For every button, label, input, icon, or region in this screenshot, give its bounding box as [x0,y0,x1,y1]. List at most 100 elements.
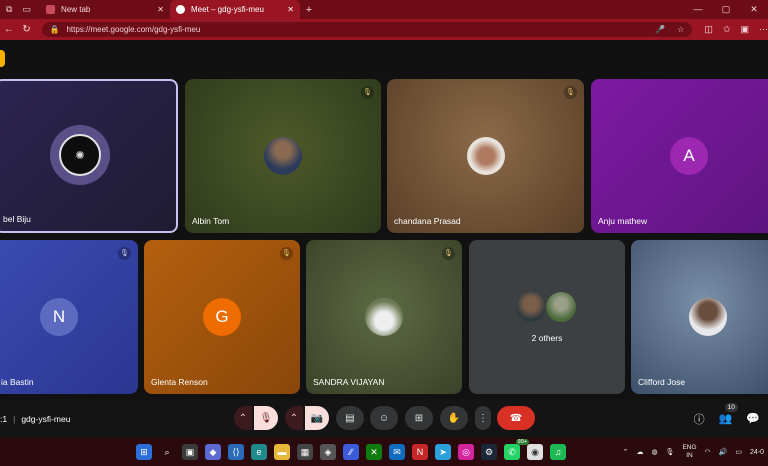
hand-icon: ✋ [447,412,461,424]
steam-icon[interactable]: ⚙ [481,444,497,460]
participant-name: Glenta Renson [151,377,208,387]
chat-icon[interactable]: 💬 [746,412,760,425]
cloud-icon[interactable]: ☁ [636,448,643,456]
new-tab-button[interactable]: + [300,4,318,16]
participant-name: ia Bastin [1,377,34,387]
back-icon[interactable]: ← [0,24,18,35]
file-explorer-icon[interactable]: ▬ [274,444,290,460]
present-icon: ⊞ [414,412,424,424]
instagram-icon[interactable]: ◎ [458,444,474,460]
participant-name: Clifford Jose [638,377,686,387]
notification-badge: 99+ [515,439,529,445]
vscode-icon[interactable]: ⟨⟩ [228,444,244,460]
language-indicator[interactable]: ENG IN [682,444,696,460]
avatar-letter: G [215,307,229,326]
leave-call-button[interactable]: ☎ [497,406,535,430]
raise-hand-button[interactable]: ✋ [440,406,468,430]
lang-line1: ENG [682,444,697,451]
tab-actions-icon[interactable]: ▭ [22,4,31,15]
others-count-label: 2 others [531,333,563,343]
app-icon[interactable]: ◈ [320,444,336,460]
whatsapp-icon[interactable]: ✆ 99+ [504,439,529,460]
participant-photo [514,290,548,324]
close-tab-icon[interactable]: ✕ [157,5,164,14]
lock-icon: 🔒 [49,25,60,34]
favorite-star-icon[interactable]: ☆ [677,25,684,34]
mic-tray-icon[interactable]: 🎙 [666,448,675,456]
store-icon[interactable]: ▦ [297,444,313,460]
start-icon[interactable]: ⊞ [136,444,152,460]
netflix-icon[interactable]: N [412,444,428,460]
reactions-button[interactable]: ☺ [370,406,398,430]
xbox-icon[interactable]: ✕ [366,444,382,460]
browser-system-icons: ⧉ ▭ [0,4,40,15]
date-text[interactable]: 24-0 [750,449,764,456]
chevron-up-icon: ⌃ [238,412,248,424]
participant-tile[interactable]: 🎙 Albin Tom [185,79,381,233]
participant-tile[interactable]: 🎙 chandana Prasad [387,79,584,233]
participant-tile[interactable]: A Anju mathew [591,79,768,233]
avatar-letter: N [52,307,66,326]
audio-options-button[interactable]: ⌃ [234,406,252,430]
participant-name: Albin Tom [192,216,230,226]
video-options-button[interactable]: ⌃ [285,406,303,430]
mic-muted-icon: 🎙 [564,86,577,99]
browser-toolbar-right: ◫ ✩ ▣ ⋯ [704,24,768,35]
meet-side-actions: ⓘ 10 👥 💬 [694,403,760,427]
battery-icon[interactable]: ▭ [735,448,742,456]
outlook-icon[interactable]: ✉ [389,444,405,460]
participant-tile[interactable]: Clifford Jose [631,240,768,394]
camera-off-icon: 📷 [310,412,324,424]
copilot-icon[interactable]: ◆ [205,444,221,460]
app-icon-2[interactable]: ∕∕ [343,444,359,460]
tab-meet[interactable]: Meet – gdg-ysfi-meu ✕ [170,0,300,19]
participant-tile[interactable]: 🎙 N ia Bastin [0,240,138,394]
search-icon[interactable]: ⌕ [159,444,175,460]
split-screen-icon[interactable]: ◫ [704,24,713,35]
participant-tile[interactable]: 🎙 G Glenta Renson [144,240,300,394]
close-window-button[interactable]: ✕ [740,0,768,19]
wifi-icon[interactable]: ◠ [705,448,711,456]
lang-line2: IN [686,452,693,459]
edge-icon[interactable]: e [251,444,267,460]
meeting-details-icon[interactable]: ⓘ [694,411,705,427]
participant-photo [264,137,302,175]
meeting-info: :1 | gdg-ysfi-meu [0,414,70,424]
url-text: https://meet.google.com/gdg-ysfi-meu [66,25,201,34]
new-tab-favicon-icon [46,5,55,14]
participant-photo [467,137,505,175]
more-icon[interactable]: ⋯ [759,24,768,35]
microphone-toggle-button[interactable]: 🎙 [254,406,278,430]
workspaces-icon[interactable]: ⧉ [6,4,12,15]
participant-tile[interactable]: 🎙 SANDRA VIJAYAN [306,240,462,394]
refresh-icon[interactable]: ↻ [18,24,36,35]
chrome-icon[interactable]: ◉ [527,444,543,460]
more-options-button[interactable]: ⋮ [475,406,491,430]
volume-icon[interactable]: 🔊 [719,448,728,456]
close-tab-icon[interactable]: ✕ [287,5,294,14]
favorites-icon[interactable]: ✩ [723,24,731,35]
maximize-button[interactable]: ▢ [712,0,740,19]
others-tile[interactable]: 2 others [469,240,625,394]
collections-icon[interactable]: ▣ [740,24,749,35]
minimize-button[interactable]: — [684,0,712,19]
task-view-icon[interactable]: ▣ [182,444,198,460]
browser-address-bar: ← ↻ 🔒 https://meet.google.com/gdg-ysfi-m… [0,19,768,40]
present-screen-button[interactable]: ⊞ [405,406,433,430]
avatar-letter: A [683,146,695,165]
show-hidden-icons-icon[interactable]: ⌃ [623,448,629,456]
url-field[interactable]: 🔒 https://meet.google.com/gdg-ysfi-meu 🎤… [41,22,693,37]
participant-tile[interactable]: ✺ bel Biju [0,79,178,233]
tab-new-tab[interactable]: New tab ✕ [40,0,170,19]
taskbar-apps: ⊞ ⌕ ▣ ◆ ⟨⟩ e ▬ ▦ ◈ ∕∕ ✕ ✉ N ➤ ◎ ⚙ ✆ 99+ … [136,439,566,460]
security-icon[interactable]: ◍ [651,448,657,456]
mic-permission-icon[interactable]: 🎤 [655,25,665,34]
spotify-icon[interactable]: ♫ [550,444,566,460]
captions-button[interactable]: ▤ [336,406,364,430]
emoji-icon: ☺ [378,412,390,424]
mic-muted-icon: 🎙 [280,247,293,260]
camera-toggle-button[interactable]: 📷 [305,406,329,430]
people-button[interactable]: 10 👥 [719,403,738,425]
more-vert-icon: ⋮ [478,412,488,424]
telegram-icon[interactable]: ➤ [435,444,451,460]
